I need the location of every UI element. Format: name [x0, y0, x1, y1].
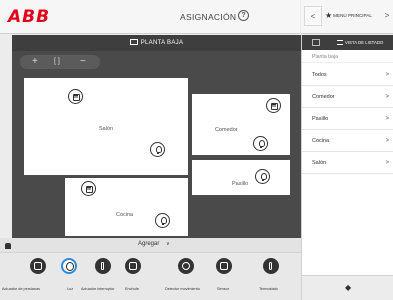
chevron-right-icon: > [385, 116, 389, 122]
blind-device-icon[interactable] [81, 181, 96, 196]
tool-label: Luz [67, 287, 74, 291]
blind-icon [30, 258, 46, 274]
back-nav-button[interactable]: < [304, 6, 322, 26]
floor-title-bar: PLANTA BAJA [12, 35, 301, 51]
thermostat-icon [263, 258, 279, 274]
sidebar-footer: ◆ [301, 275, 393, 300]
floor-plan[interactable]: PLANTA BAJA + [ ] − Salón Comedor Pasill… [12, 35, 301, 240]
sidebar-item-pasillo[interactable]: Pasillo > [302, 108, 393, 130]
tool-label: Actuador interruptor [81, 287, 115, 291]
sidebar-item-label: Todos [312, 72, 327, 78]
sidebar-item-label: Pasillo [312, 116, 329, 122]
light-icon [61, 258, 77, 274]
room-label-pasillo: Pasillo [232, 181, 249, 187]
sidebar-item-salon[interactable]: Salón > [302, 152, 393, 174]
switch-icon [95, 258, 111, 274]
room-label-cocina: Cocina [116, 212, 134, 218]
tool-label: Enchufe [125, 287, 139, 291]
sidebar-item-todos[interactable]: Todos > [302, 64, 393, 86]
floor-name: PLANTA BAJA [140, 40, 184, 46]
room-comedor[interactable]: Comedor [192, 94, 290, 155]
zoom-controls: + [ ] − [20, 55, 100, 69]
tool-label: Sensor [217, 287, 230, 291]
list-icon [337, 40, 343, 45]
room-label-salon: Salón [99, 126, 114, 132]
sidebar-subheader: Planta baja [302, 52, 393, 63]
chevron-down-icon: ∨ [166, 241, 170, 247]
room-salon[interactable]: Salón [24, 78, 188, 175]
map-view-icon[interactable] [312, 39, 320, 46]
add-label: Agregar [138, 241, 160, 247]
tool-label: Actuador de persianas [2, 287, 40, 291]
floorplan-icon [129, 39, 138, 45]
blind-device-icon[interactable] [68, 89, 83, 104]
motion-icon [178, 258, 194, 274]
zoom-fit-button[interactable]: [ ] [54, 55, 60, 69]
add-bar: Agregar ∨ [0, 238, 301, 252]
light-device-icon[interactable] [253, 136, 268, 151]
page-title: ASIGNACIÓN [180, 12, 237, 22]
chevron-right-icon: > [385, 160, 389, 166]
star-icon: ★ [325, 11, 333, 20]
list-view-button[interactable]: VISTA DE LISTADO [337, 40, 383, 45]
sidebar-item-label: Cocina [312, 138, 330, 144]
blind-device-icon[interactable] [266, 98, 281, 113]
sidebar-list: VISTA DE LISTADO Planta baja Todos > Com… [301, 35, 393, 275]
main-menu-button[interactable]: ★MENÚ PRINCIPAL [325, 6, 375, 26]
lock-icon[interactable] [5, 243, 11, 249]
list-view-label: VISTA DE LISTADO [345, 40, 384, 45]
add-button[interactable]: Agregar ∨ [138, 241, 170, 247]
socket-icon [125, 258, 141, 274]
sidebar-header: VISTA DE LISTADO [302, 35, 393, 50]
tool-label: Termostato [259, 287, 278, 291]
header-bar: ABB ASIGNACIÓN ? [0, 0, 300, 34]
sidebar-item-comedor[interactable]: Comedor > [302, 86, 393, 108]
chevron-right-icon: > [385, 138, 389, 144]
help-icon[interactable]: ? [238, 10, 249, 21]
room-label-comedor: Comedor [215, 127, 238, 133]
light-device-icon[interactable] [155, 213, 170, 228]
abb-logo: ABB [8, 7, 51, 27]
light-device-icon[interactable] [255, 169, 270, 184]
chevron-right-icon: > [385, 94, 389, 100]
light-device-icon[interactable] [150, 142, 165, 157]
top-nav: < ★MENÚ PRINCIPAL > [301, 0, 393, 34]
zoom-in-button[interactable]: + [32, 55, 38, 69]
sidebar-item-cocina[interactable]: Cocina > [302, 130, 393, 152]
home-icon[interactable]: ◆ [345, 283, 351, 292]
room-cocina[interactable]: Cocina [65, 178, 188, 236]
sidebar-item-label: Salón [312, 160, 327, 166]
device-toolbar: Actuador de persianas Luz Actuador inter… [0, 252, 301, 300]
sidebar-item-label: Comedor [312, 94, 335, 100]
sensor-icon [216, 258, 232, 274]
tool-label: Detector movimiento [165, 287, 200, 291]
room-pasillo[interactable]: Pasillo [192, 160, 290, 195]
forward-nav-button[interactable]: > [378, 6, 393, 26]
chevron-right-icon: > [385, 72, 389, 78]
main-menu-label: MENÚ PRINCIPAL [333, 13, 372, 18]
zoom-out-button[interactable]: − [80, 55, 86, 69]
